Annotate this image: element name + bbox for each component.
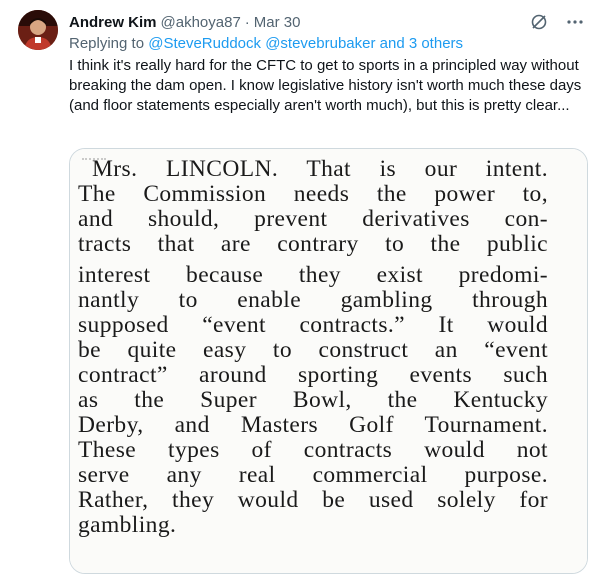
avatar[interactable] [18, 10, 58, 50]
scan-line: and should, prevent derivatives con- [78, 206, 548, 232]
scan-line: Rather, they would be used solely for [78, 487, 548, 513]
scan-line: supposed “event contracts.” It would [78, 312, 548, 338]
author-handle[interactable]: @akhoya87 [161, 14, 241, 31]
scan-line: as the Super Bowl, the Kentucky [78, 387, 548, 413]
scan-line: gambling. [78, 512, 177, 538]
document-scan: Mrs. LINCOLN. That is our intent. The Co… [70, 149, 587, 573]
scan-line: Derby, and Masters Golf Tournament. [78, 412, 548, 438]
separator-dot: · [244, 13, 250, 31]
mention-others[interactable]: and 3 others [380, 35, 463, 52]
tweet-text: I think it's really hard for the CFTC to… [69, 57, 582, 114]
scan-line: The Commission needs the power to, [78, 181, 548, 207]
post-date[interactable]: Mar 30 [254, 14, 301, 31]
scan-text: Mrs. LINCOLN. That is our intent. The Co… [78, 157, 548, 538]
replying-to: Replying to @SteveRuddock @stevebrubaker… [69, 35, 463, 52]
header-actions [529, 11, 585, 33]
replying-prefix: Replying to [69, 35, 145, 52]
scan-line: tracts that are contrary to the public [78, 231, 548, 257]
scan-line: contract” around sporting events such [78, 362, 548, 388]
tweet-header: Andrew Kim @akhoya87 · Mar 30 [69, 11, 593, 33]
scan-line: interest because they exist predomi- [78, 262, 548, 288]
mention-stevebrubaker[interactable]: @stevebrubaker [265, 35, 375, 52]
media-image[interactable]: Mrs. LINCOLN. That is our intent. The Co… [69, 148, 588, 574]
grok-icon[interactable] [529, 12, 549, 32]
scan-line: These types of contracts would not [78, 437, 548, 463]
more-icon[interactable] [565, 12, 585, 32]
scan-line: Mrs. LINCOLN. That is our intent. [92, 156, 548, 182]
mention-steveruddock[interactable]: @SteveRuddock [148, 35, 261, 52]
author-name[interactable]: Andrew Kim [69, 14, 157, 31]
scan-line: serve any real commercial purpose. [78, 462, 548, 488]
scan-line: nantly to enable gambling through [78, 287, 548, 313]
scan-line: be quite easy to construct an “event [78, 337, 548, 363]
